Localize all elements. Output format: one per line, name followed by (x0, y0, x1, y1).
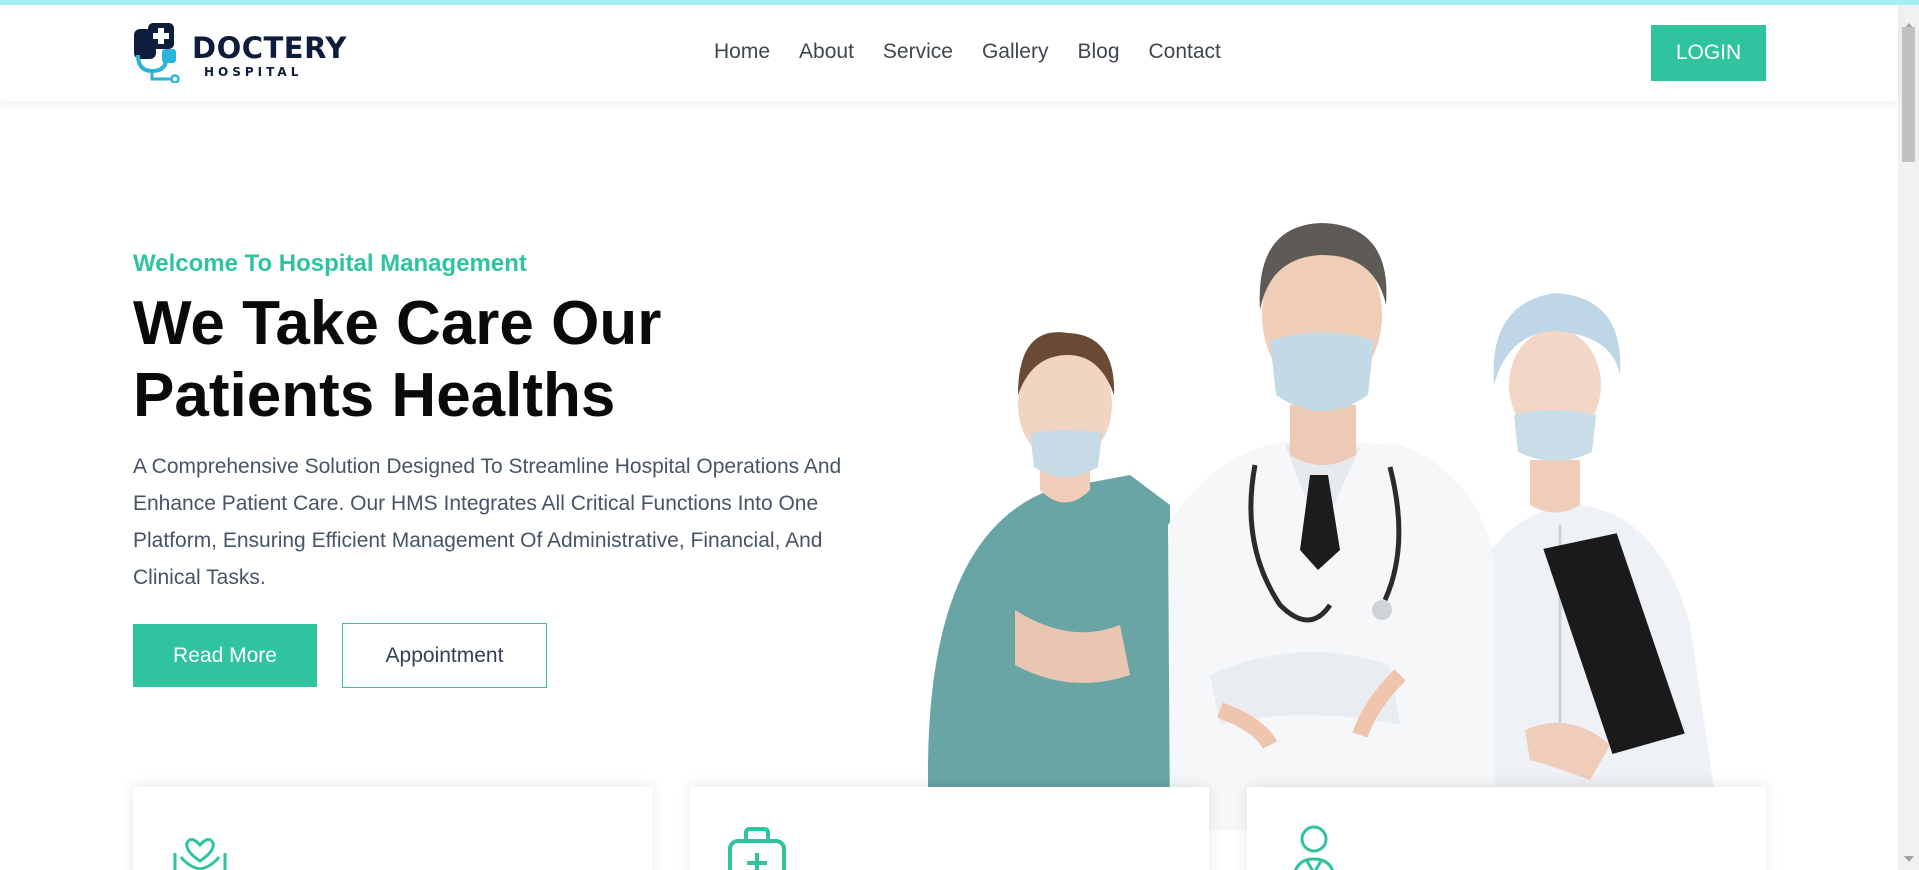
nav-service[interactable]: Service (883, 39, 953, 65)
nav-blog[interactable]: Blog (1077, 39, 1119, 65)
logo[interactable]: DOCTERY HOSPITAL (132, 23, 346, 85)
scroll-down-arrow-icon[interactable] (1904, 856, 1914, 862)
scrollbar-thumb[interactable] (1902, 27, 1915, 162)
site-header: DOCTERY HOSPITAL Home About Service Gall… (0, 5, 1898, 101)
medical-staff-photo (928, 223, 1720, 830)
brand-subtitle: HOSPITAL (204, 65, 303, 79)
feature-card[interactable] (1247, 787, 1766, 870)
appointment-button[interactable]: Appointment (342, 623, 547, 688)
hero-tagline: Welcome To Hospital Management (133, 250, 527, 277)
logo-stethoscope-cross-icon (134, 23, 180, 83)
nav-contact[interactable]: Contact (1149, 39, 1221, 65)
nav-home[interactable]: Home (714, 39, 770, 65)
medical-kit-icon (728, 827, 786, 870)
hero-title: We Take Care Our Patients Healths (133, 289, 662, 430)
read-more-button[interactable]: Read More (133, 624, 317, 687)
nav-about[interactable]: About (799, 39, 854, 65)
care-hands-heart-icon (173, 838, 227, 870)
page-scrollbar[interactable] (1898, 5, 1919, 870)
login-button[interactable]: LOGIN (1651, 25, 1766, 81)
main-nav: Home About Service Gallery Blog Contact (714, 39, 1250, 65)
hero-description: A Comprehensive Solution Designed To Str… (133, 455, 842, 589)
doctor-person-icon (1294, 825, 1334, 870)
feature-card[interactable] (133, 787, 652, 870)
feature-card[interactable] (690, 787, 1209, 870)
nav-gallery[interactable]: Gallery (982, 39, 1049, 65)
brand-name: DOCTERY (192, 31, 347, 65)
